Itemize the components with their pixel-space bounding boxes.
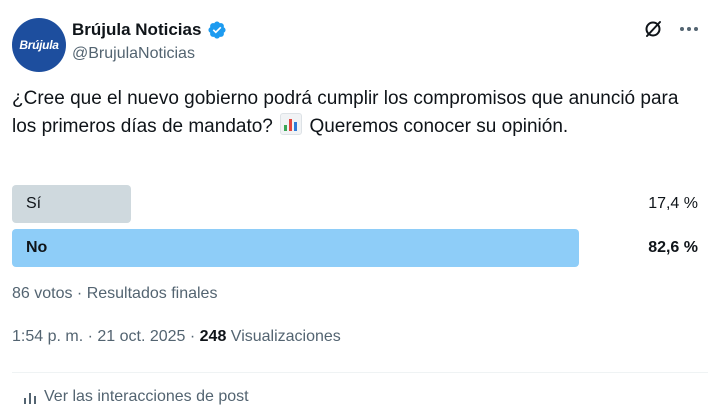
views-count: 248 bbox=[199, 328, 227, 345]
poll-option-label: No bbox=[26, 239, 48, 256]
tweet-timestamp[interactable]: 1:54 p. m. · 21 oct. 2025 · bbox=[12, 328, 200, 345]
tweet-text: ¿Cree que el nuevo gobierno podrá cumpli… bbox=[12, 85, 702, 141]
tweet-meta: 1:54 p. m. · 21 oct. 2025 · 248 Visualiz… bbox=[12, 328, 341, 346]
tweet-top-actions bbox=[642, 18, 700, 40]
poll-option-percent: 17,4 % bbox=[648, 195, 698, 212]
activity-label: Ver las interacciones de post bbox=[44, 388, 249, 405]
divider bbox=[12, 372, 708, 373]
chart-icon bbox=[24, 393, 36, 404]
poll-option-label: Sí bbox=[26, 195, 42, 212]
grok-icon[interactable] bbox=[642, 18, 664, 40]
display-name[interactable]: Brújula Noticias bbox=[72, 20, 201, 40]
author-name-row: Brújula Noticias bbox=[72, 20, 227, 40]
view-post-engagements-link[interactable]: Ver las interacciones de post bbox=[22, 388, 249, 406]
views-label: Visualizaciones bbox=[226, 328, 341, 345]
avatar[interactable]: Brújula bbox=[12, 18, 66, 72]
avatar-text: Brújula bbox=[19, 38, 59, 52]
tweet-card: Brújula Brújula Noticias @BrujulaNoticia… bbox=[0, 0, 720, 405]
tweet-text-part2: Queremos conocer su opinión. bbox=[309, 116, 569, 137]
author-handle[interactable]: @BrujulaNoticias bbox=[72, 45, 195, 63]
verified-badge-icon bbox=[208, 21, 226, 39]
poll-option-percent: 82,6 % bbox=[648, 239, 698, 256]
poll-option: Sí 17,4 % bbox=[12, 185, 708, 223]
poll-summary: 86 votos · Resultados finales bbox=[12, 285, 218, 302]
more-options-icon[interactable] bbox=[678, 18, 700, 40]
poll-option-bar bbox=[12, 229, 579, 267]
bar-chart-emoji-icon bbox=[280, 113, 303, 135]
poll-option-winner: No 82,6 % bbox=[12, 229, 708, 267]
